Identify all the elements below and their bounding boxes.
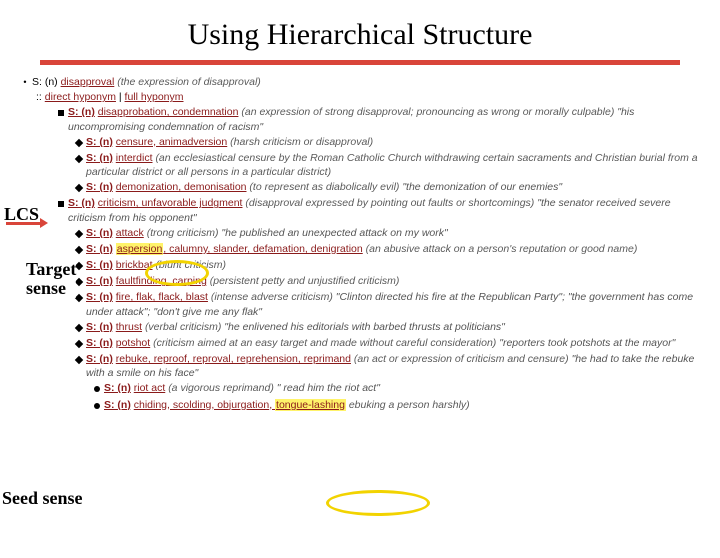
s-link[interactable]: S: (n): [86, 181, 113, 193]
attack-headword[interactable]: attack: [116, 227, 144, 239]
synset-terms[interactable]: thrust: [116, 321, 142, 333]
aspersion-head[interactable]: aspersion: [116, 243, 164, 255]
synset-terms[interactable]: demonization, demonisation: [116, 181, 247, 193]
full-hyponym-link[interactable]: full hyponym: [125, 90, 184, 104]
target-sense-annotation: Targetsense: [26, 260, 76, 298]
s-link[interactable]: S: (n): [86, 259, 113, 271]
entry-aspersion: S: (n) aspersion, calumny, slander, defa…: [72, 242, 702, 257]
synset-terms[interactable]: rebuke, reproof, reproval, reprehension,…: [116, 353, 351, 365]
s-link[interactable]: S: (n): [68, 106, 95, 118]
entry-interdict: S: (n) interdict (an ecclesiastical cens…: [72, 151, 702, 179]
s-link[interactable]: S: (n): [86, 152, 113, 164]
direct-hyponym-link[interactable]: direct hyponym: [45, 90, 116, 104]
s-link[interactable]: S: (n): [86, 275, 113, 287]
s-link[interactable]: S: (n): [104, 399, 131, 411]
entry-attack: S: (n) attack (trong criticism) "he publ…: [72, 226, 702, 241]
entry-riotact: S: (n) riot act (a vigorous reprimand) "…: [90, 381, 702, 396]
s-label: S: (n): [32, 76, 58, 88]
entry-thrust: S: (n) thrust (verbal criticism) "he enl…: [72, 320, 702, 335]
entry-potshot: S: (n) potshot (criticism aimed at an ea…: [72, 336, 702, 351]
slide: Using Hierarchical Structure • S: (n) di…: [0, 18, 720, 558]
entry-censure: S: (n) censure, animadversion (harsh cri…: [72, 135, 702, 150]
s-link[interactable]: S: (n): [86, 337, 113, 349]
root-entry: • S: (n) disapproval (the expression of …: [18, 75, 702, 89]
s-link[interactable]: S: (n): [104, 382, 131, 394]
seed-circle-icon: [326, 490, 430, 516]
s-link[interactable]: S: (n): [86, 353, 113, 365]
entry-brickbat: S: (n) brickbat (blunt criticism): [72, 258, 702, 273]
s-link[interactable]: S: (n): [86, 321, 113, 333]
s-link[interactable]: S: (n): [86, 227, 113, 239]
s-link[interactable]: S: (n): [86, 291, 113, 303]
entry-disapprobation: S: (n) disapprobation, condemnation (an …: [54, 105, 702, 133]
slide-title: Using Hierarchical Structure: [0, 18, 720, 52]
s-link[interactable]: S: (n): [86, 136, 113, 148]
synset-terms[interactable]: riot act: [134, 382, 166, 394]
entry-criticism: S: (n) criticism, unfavorable judgment (…: [54, 196, 702, 224]
entry-rebuke: S: (n) rebuke, reproof, reproval, repreh…: [72, 352, 702, 380]
synset-terms[interactable]: interdict: [116, 152, 153, 164]
synset-terms[interactable]: potshot: [116, 337, 150, 349]
root-headword[interactable]: disapproval: [61, 76, 115, 88]
entry-chiding: S: (n) chiding, scolding, objurgation, t…: [90, 398, 702, 413]
synset-terms[interactable]: disapprobation, condemnation: [98, 106, 239, 118]
seed-sense-annotation: Seed sense: [2, 488, 83, 509]
lcs-arrow-icon: [6, 222, 42, 225]
title-rule: [40, 60, 680, 65]
separator: |: [119, 90, 122, 104]
s-link[interactable]: S: (n): [68, 197, 95, 209]
synset-terms[interactable]: censure, animadversion: [116, 136, 227, 148]
hyponym-links: :: direct hyponym | full hyponym: [36, 90, 702, 104]
colon: ::: [36, 90, 42, 104]
entry-demonization: S: (n) demonization, demonisation (to re…: [72, 180, 702, 195]
synset-terms[interactable]: chiding, scolding, objurgation, tongue-l…: [134, 399, 346, 411]
entry-fire: S: (n) fire, flak, flack, blast (intense…: [72, 290, 702, 318]
synset-terms[interactable]: faultfinding, carping: [116, 275, 207, 287]
synset-terms[interactable]: fire, flak, flack, blast: [116, 291, 208, 303]
root-gloss: (the expression of disapproval): [117, 76, 261, 88]
entry-faultfinding: S: (n) faultfinding, carping (persistent…: [72, 274, 702, 289]
synset-terms[interactable]: criticism, unfavorable judgment: [98, 197, 243, 209]
s-link[interactable]: S: (n): [86, 243, 113, 255]
synset-terms[interactable]: brickbat: [116, 259, 153, 271]
wordnet-tree: • S: (n) disapproval (the expression of …: [18, 75, 702, 413]
